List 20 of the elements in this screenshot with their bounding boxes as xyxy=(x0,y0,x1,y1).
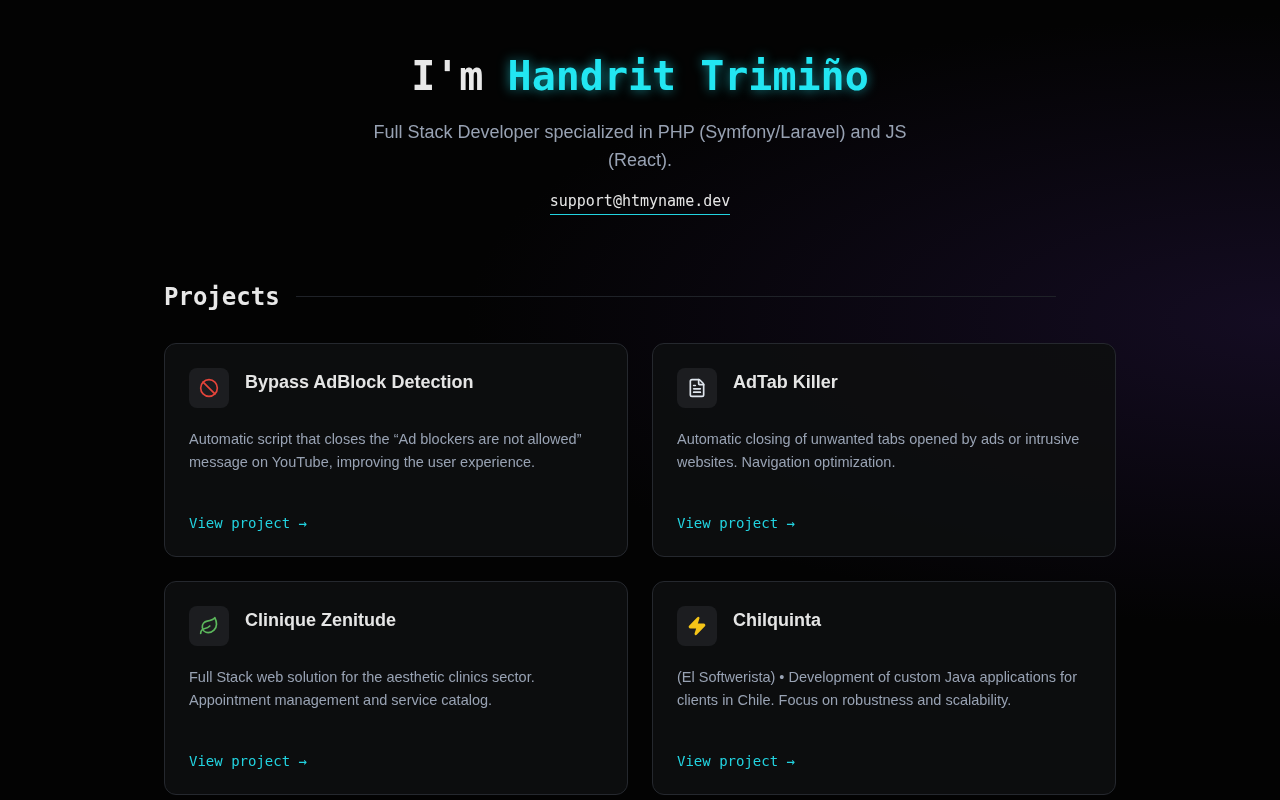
hero-tagline: Full Stack Developer specialized in PHP (Symfony/Laravel) and JS (React). xyxy=(372,121,908,172)
project-description: Full Stack web solution for the aesthetic clinics sector. Appointment management and service catalog. xyxy=(189,667,536,710)
view-project-link[interactable]: View project → xyxy=(189,512,307,534)
section-heading: Projects xyxy=(164,281,280,313)
hero-title: I'm Handrit Trimiño xyxy=(411,52,869,101)
email-link[interactable]: support@htmyname.dev xyxy=(549,190,731,215)
document-icon xyxy=(687,377,707,398)
project-description: Automatic script that closes the “Ad blockers are not allowed” message on YouTube, improving the user experience. xyxy=(189,429,583,472)
project-description: (El Softwerista) • Development of custom Java applications for clients in Chile. Focus on robustness and scalability. xyxy=(677,667,1078,710)
project-title: Chilquinta xyxy=(733,608,821,632)
ban-icon xyxy=(199,377,219,398)
project-description: Automatic closing of unwanted tabs opened by ads or intrusive websites. Navigation optimization. xyxy=(677,429,1081,472)
view-project-link[interactable]: View project → xyxy=(189,750,307,772)
project-title: Bypass AdBlock Detection xyxy=(245,370,474,394)
project-title: AdTab Killer xyxy=(733,370,838,394)
lightning-icon xyxy=(687,615,707,636)
view-project-link[interactable]: View project → xyxy=(677,512,795,534)
view-project-link[interactable]: View project → xyxy=(677,750,795,772)
leaf-icon xyxy=(199,615,219,636)
project-title: Clinique Zenitude xyxy=(245,608,396,632)
